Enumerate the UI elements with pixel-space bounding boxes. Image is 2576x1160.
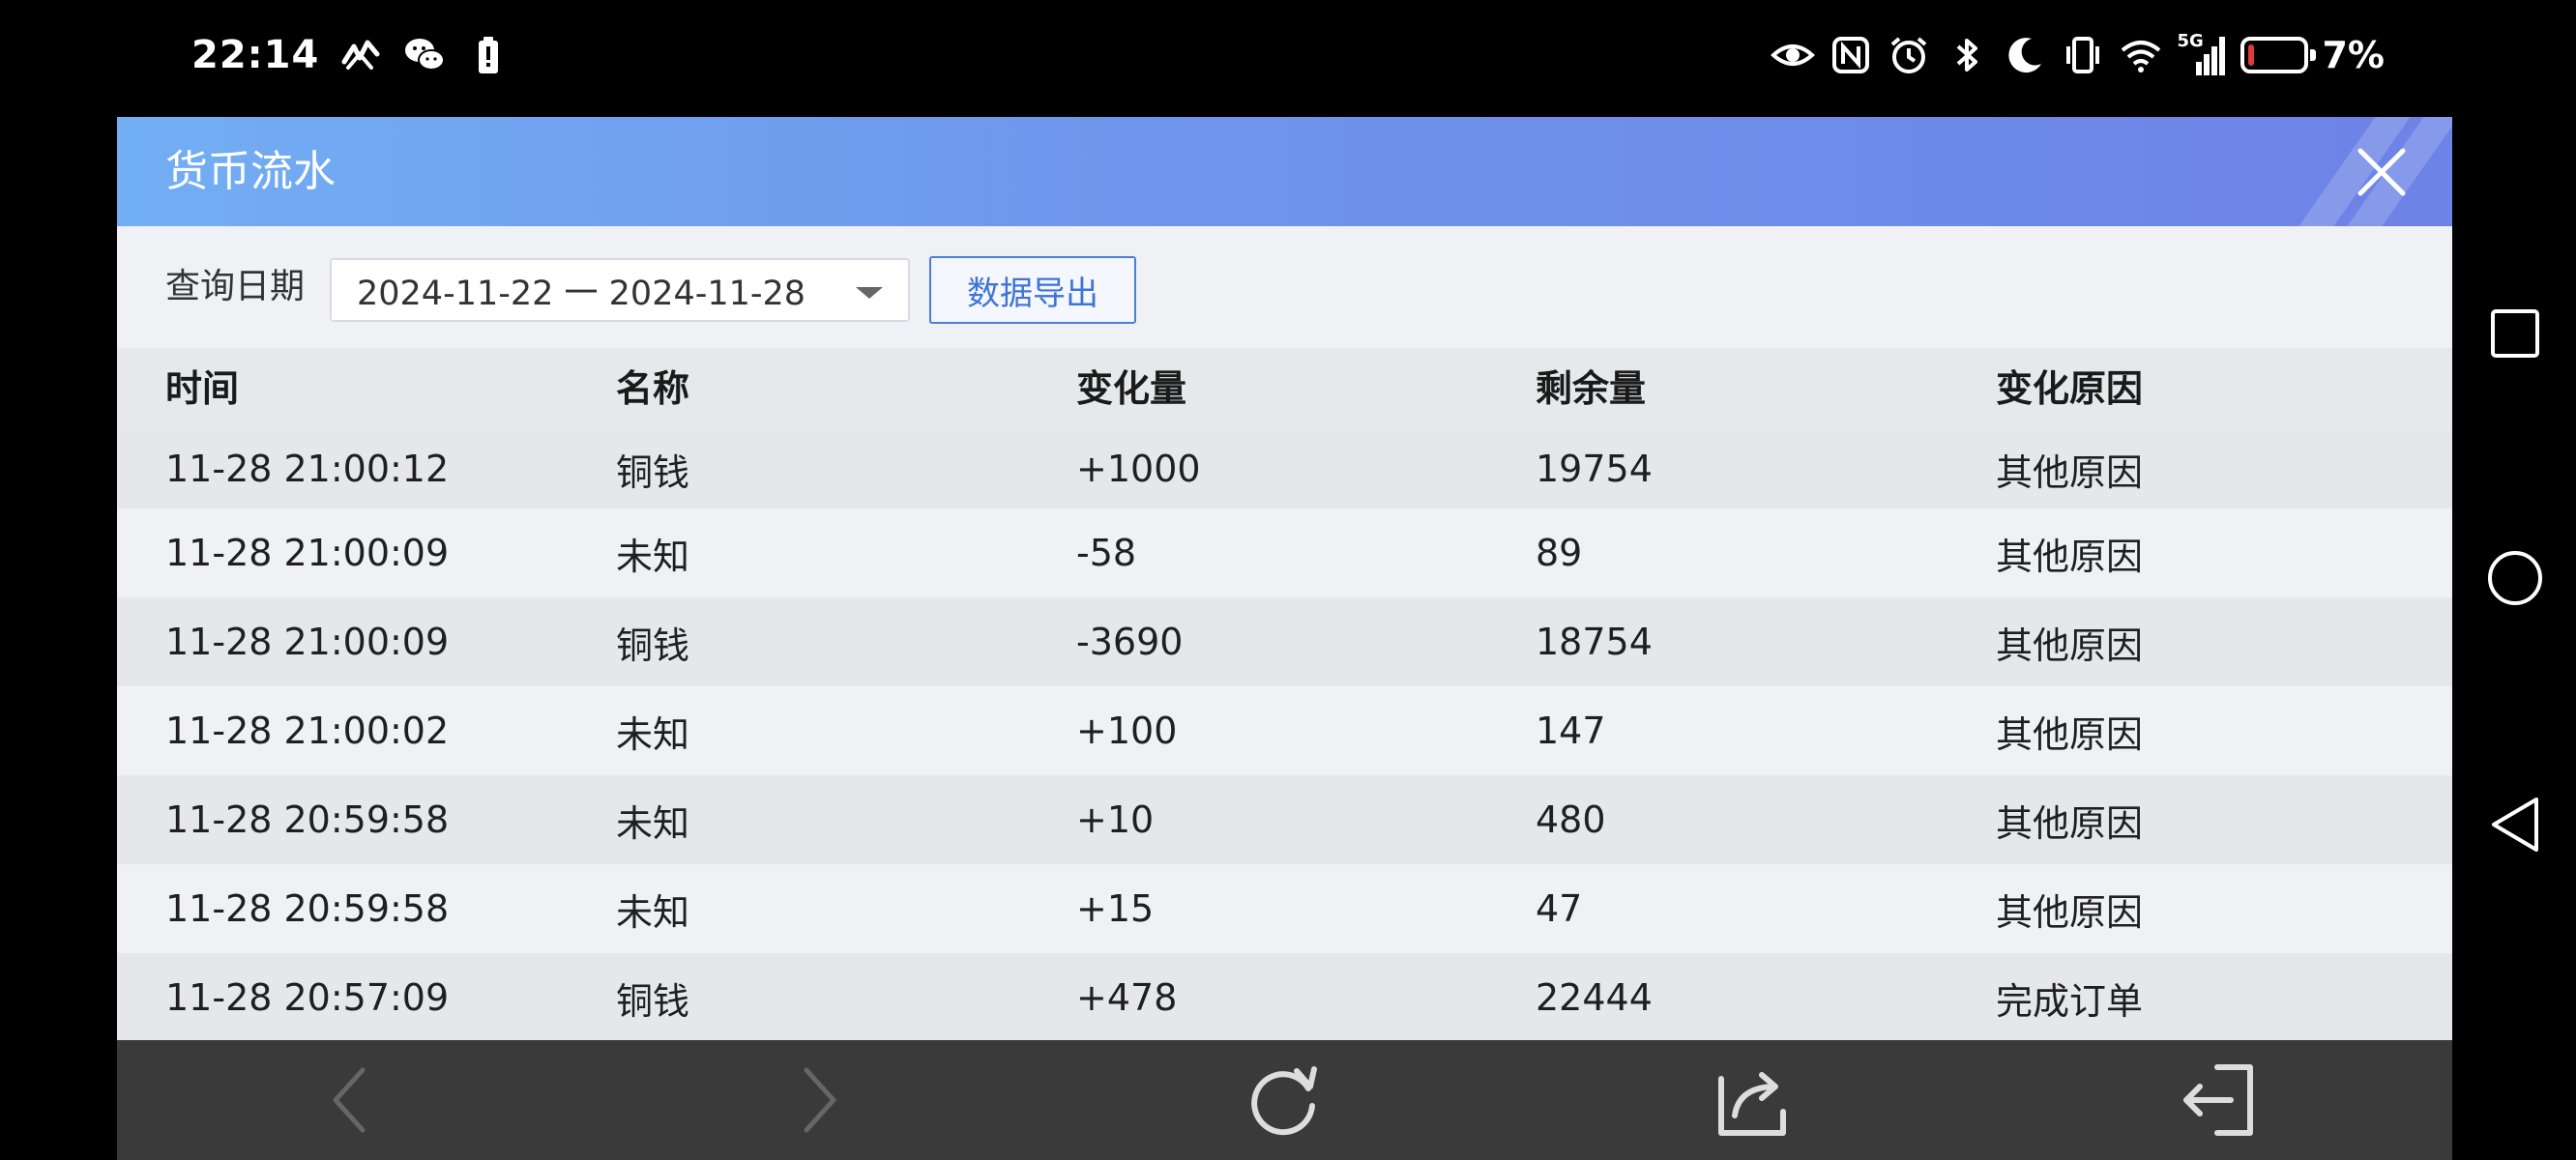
system-navigation: [2452, 0, 2576, 1160]
cell-reason: 完成订单: [1996, 979, 2144, 1023]
cell-reason: 其他原因: [1996, 624, 2144, 667]
table-row: 11-28 20:59:58 未知 +10 480 其他原因: [117, 775, 2452, 864]
wechat-icon: [405, 39, 446, 71]
cell-reason: 其他原因: [1996, 801, 2144, 845]
back-button[interactable]: [312, 1061, 390, 1139]
cell-remaining: 19754: [1536, 448, 1653, 490]
close-button[interactable]: [2348, 138, 2415, 206]
wifi-icon: [2122, 41, 2161, 72]
cell-remaining: 47: [1536, 887, 1583, 930]
bluetooth-icon: [1957, 39, 1978, 72]
column-header-name: 名称: [616, 367, 690, 410]
battery-icon: [2240, 37, 2317, 73]
cell-name: 未知: [616, 535, 690, 578]
status-left: 22:14: [191, 29, 511, 81]
column-header-remaining: 剩余量: [1536, 367, 1647, 410]
cell-reason: 其他原因: [1996, 712, 2144, 756]
date-range-value: 2024-11-22 一 2024-11-28: [357, 274, 806, 313]
cell-name: 铜钱: [616, 979, 690, 1023]
cell-name: 未知: [616, 801, 690, 845]
cell-time: 11-28 20:57:09: [165, 976, 450, 1019]
cell-reason: 其他原因: [1996, 535, 2144, 578]
recent-apps-button[interactable]: [2472, 290, 2559, 377]
cell-change: +10: [1076, 798, 1155, 841]
query-date-label: 查询日期: [165, 267, 306, 306]
forward-icon: [804, 1067, 836, 1133]
cell-change: -58: [1076, 532, 1137, 574]
cell-reason: 其他原因: [1996, 450, 2144, 494]
cell-remaining: 22444: [1536, 976, 1653, 1019]
cell-name: 未知: [616, 712, 690, 756]
back-triangle-icon: [2492, 798, 2538, 852]
system-back-button[interactable]: [2472, 781, 2559, 868]
flow-table: 时间 名称 变化量 剩余量 变化原因 11-28 21:00:12 铜钱 +1000…: [117, 348, 2452, 1040]
cell-time: 11-28 20:59:58: [165, 798, 450, 841]
table-body: 11-28 21:00:12 铜钱 +1000 19754 其他原因 11-28 21:0…: [117, 429, 2452, 1040]
export-data-button[interactable]: 数据导出: [929, 256, 1136, 324]
table-row: 11-28 21:00:12 铜钱 +1000 19754 其他原因: [117, 429, 2452, 508]
back-icon: [333, 1067, 366, 1133]
battery-alert-icon: [479, 37, 499, 73]
table-row: 11-28 20:59:58 未知 +15 47 其他原因: [117, 864, 2452, 953]
cell-remaining: 89: [1536, 532, 1583, 574]
date-range-select[interactable]: 2024-11-22 一 2024-11-28: [330, 258, 910, 322]
filter-row: 查询日期 2024-11-22 一 2024-11-28 数据导出: [117, 226, 2452, 348]
recent-apps-icon: [2491, 309, 2539, 358]
nfc-icon: [1832, 37, 1870, 73]
cell-change: +478: [1076, 976, 1178, 1019]
signal-icon: 5G: [2177, 31, 2227, 77]
cell-change: +1000: [1076, 448, 1201, 490]
refresh-icon: [1251, 1066, 1317, 1136]
cell-time: 11-28 21:00:09: [165, 532, 450, 574]
cell-remaining: 480: [1536, 798, 1606, 841]
battery-fill: [2248, 44, 2255, 66]
exit-button[interactable]: [2179, 1061, 2256, 1139]
table-row: 11-28 21:00:09 未知 -58 89 其他原因: [117, 508, 2452, 597]
cell-time: 11-28 20:59:58: [165, 887, 450, 930]
cell-reason: 其他原因: [1996, 890, 2144, 934]
close-icon: [2357, 148, 2406, 196]
network-type: 5G: [2177, 31, 2204, 51]
browser-toolbar: [117, 1040, 2452, 1160]
status-right: 5G 7%: [1771, 27, 2385, 83]
cell-remaining: 18754: [1536, 621, 1653, 663]
cell-name: 未知: [616, 890, 690, 934]
table-header: 时间 名称 变化量 剩余量 变化原因: [117, 348, 2452, 429]
cell-name: 铜钱: [616, 624, 690, 667]
forward-button[interactable]: [779, 1061, 857, 1139]
table-row: 11-28 20:57:09 铜钱 +478 22444 完成订单: [117, 953, 2452, 1040]
table-row: 11-28 21:00:02 未知 +100 147 其他原因: [117, 686, 2452, 775]
share-button[interactable]: [1713, 1061, 1791, 1139]
table-row: 11-28 21:00:09 铜钱 -3690 18754 其他原因: [117, 597, 2452, 686]
exit-icon: [2183, 1064, 2253, 1136]
dialog-header: 货币流水: [117, 117, 2452, 226]
column-header-reason: 变化原因: [1996, 367, 2144, 410]
cell-time: 11-28 21:00:02: [165, 710, 450, 752]
cell-change: +100: [1076, 710, 1178, 752]
currency-flow-dialog: 货币流水 查询日期 2024-11-22 一 2024-11-28 数据导出 时…: [117, 117, 2452, 1040]
cell-time: 11-28 21:00:09: [165, 621, 450, 663]
vibrate-icon: [2066, 37, 2100, 73]
chevron-down-icon: [856, 287, 883, 299]
heartbeat-link-icon: [341, 40, 380, 70]
cell-time: 11-28 21:00:12: [165, 448, 450, 490]
column-header-time: 时间: [165, 367, 240, 410]
cell-name: 铜钱: [616, 450, 690, 494]
home-button[interactable]: [2472, 535, 2559, 622]
moon-icon: [2008, 38, 2042, 73]
status-bar: 22:14 5G 7%: [0, 0, 2576, 106]
refresh-button[interactable]: [1246, 1061, 1324, 1139]
home-icon: [2488, 551, 2542, 605]
eye-icon: [1771, 44, 1816, 66]
cell-change: -3690: [1076, 621, 1184, 663]
battery-percent: 7%: [2322, 34, 2385, 76]
dialog-title: 货币流水: [165, 147, 336, 196]
status-time: 22:14: [191, 33, 320, 77]
share-icon: [1718, 1072, 1786, 1136]
cell-remaining: 147: [1536, 710, 1606, 752]
column-header-change: 变化量: [1076, 367, 1187, 410]
cell-change: +15: [1076, 887, 1155, 930]
alarm-icon: [1891, 37, 1927, 73]
